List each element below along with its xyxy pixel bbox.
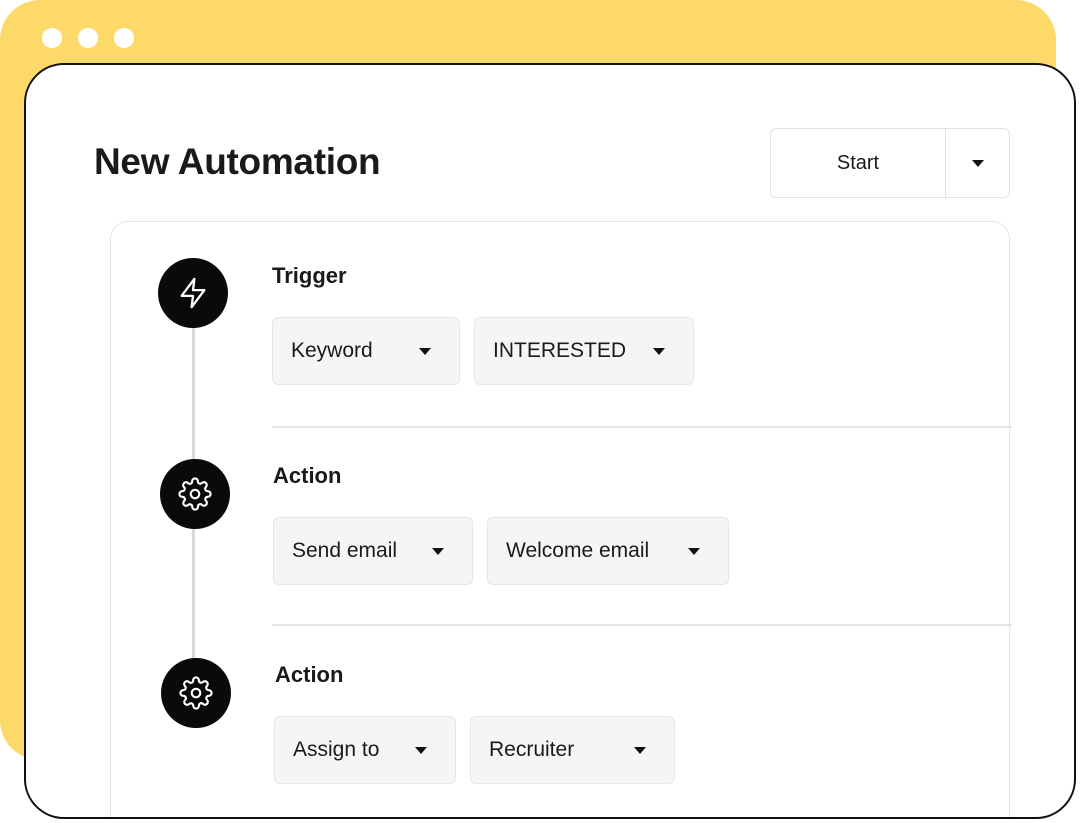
step-title-action: Action xyxy=(275,662,344,687)
select-value: Recruiter xyxy=(489,738,575,761)
step-icon-action xyxy=(161,658,231,728)
window-dot xyxy=(42,28,62,48)
trigger-keyword-select[interactable]: INTERESTED xyxy=(474,317,694,385)
step-icon-action xyxy=(160,459,230,529)
select-value: Keyword xyxy=(291,339,373,362)
step-divider xyxy=(272,624,1012,626)
caret-down-icon xyxy=(653,347,665,355)
step-icon-trigger xyxy=(158,258,228,328)
start-options-toggle[interactable] xyxy=(946,129,1009,197)
select-value: Send email xyxy=(292,539,398,562)
select-value: INTERESTED xyxy=(493,339,627,362)
caret-down-icon xyxy=(415,746,427,754)
caret-down-icon xyxy=(432,547,444,555)
trigger-type-select[interactable]: Keyword xyxy=(272,317,460,385)
action-type-select[interactable]: Assign to xyxy=(274,716,456,784)
page-title: New Automation xyxy=(94,141,381,182)
select-value: Welcome email xyxy=(506,539,650,562)
start-button[interactable]: Start xyxy=(771,129,946,197)
start-split-button: Start xyxy=(770,128,1010,198)
step-title-action: Action xyxy=(273,463,342,488)
caret-down-icon xyxy=(419,347,431,355)
window-dot xyxy=(114,28,134,48)
gear-icon xyxy=(179,676,213,710)
step-divider xyxy=(272,426,1012,428)
step-title-trigger: Trigger xyxy=(272,263,347,288)
action-type-select[interactable]: Send email xyxy=(273,517,473,585)
window-dot xyxy=(78,28,98,48)
gear-icon xyxy=(178,477,212,511)
automation-window: New Automation Start Trigger Keyword INT… xyxy=(24,63,1076,819)
action-template-select[interactable]: Welcome email xyxy=(487,517,729,585)
select-value: Assign to xyxy=(293,738,380,761)
lightning-icon xyxy=(180,277,206,309)
caret-down-icon xyxy=(688,547,700,555)
caret-down-icon xyxy=(971,159,984,167)
caret-down-icon xyxy=(634,746,646,754)
assignee-select[interactable]: Recruiter xyxy=(470,716,675,784)
